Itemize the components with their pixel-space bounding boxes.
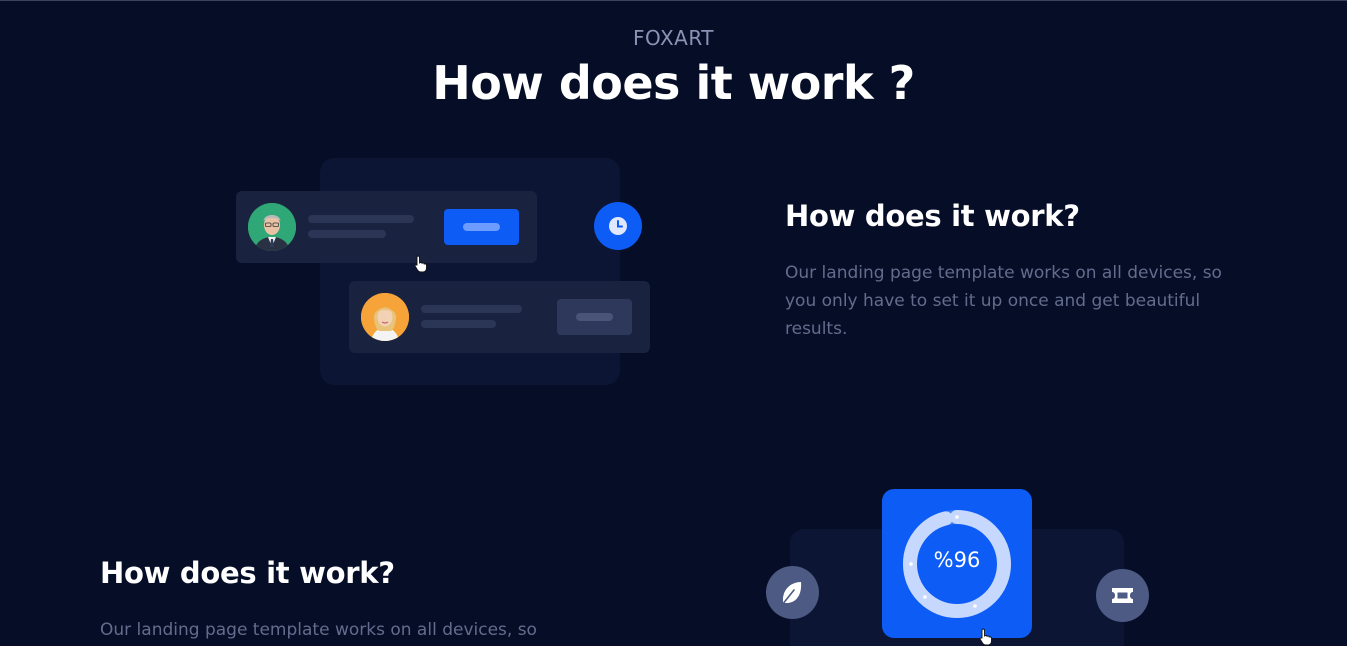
placeholder-line [421,320,496,328]
placeholder-line [308,230,386,238]
placeholder-line [421,305,522,313]
user-card-1 [236,191,537,263]
woman-avatar [361,293,409,341]
section-1-text-line: Our landing page template works on all d… [785,263,1222,283]
section-2-text-line: Our landing page template works on all d… [100,620,537,640]
clock-icon [594,202,642,250]
top-divider [0,0,1347,1]
user-card-2 [349,281,650,353]
hand-cursor-icon [414,255,427,273]
ticket-icon [1096,569,1149,622]
progress-value: %96 [933,548,981,572]
placeholder-line [308,215,414,223]
progress-stat-card: %96 [882,489,1032,638]
man-avatar [248,203,296,251]
page-title: How does it work ? [432,56,915,110]
primary-action-button[interactable] [444,209,519,245]
button-placeholder-bar [463,223,500,231]
hand-cursor-icon [979,628,992,646]
section-2-title: How does it work? [100,556,395,590]
section-2-text: Our landing page template works on all d… [100,616,580,644]
page: FOXART How does it work ? How does it wo… [0,0,1347,646]
button-placeholder-bar [576,313,613,321]
section-1-text: Our landing page template works on all d… [785,259,1265,343]
feather-icon [766,566,819,619]
section-1-title: How does it work? [785,199,1080,233]
section-1-text-line: results. [785,319,848,339]
secondary-action-button[interactable] [557,299,632,335]
section-1-text-line: you only have to set it up once and get … [785,291,1201,311]
section-eyebrow: FOXART [632,26,714,50]
